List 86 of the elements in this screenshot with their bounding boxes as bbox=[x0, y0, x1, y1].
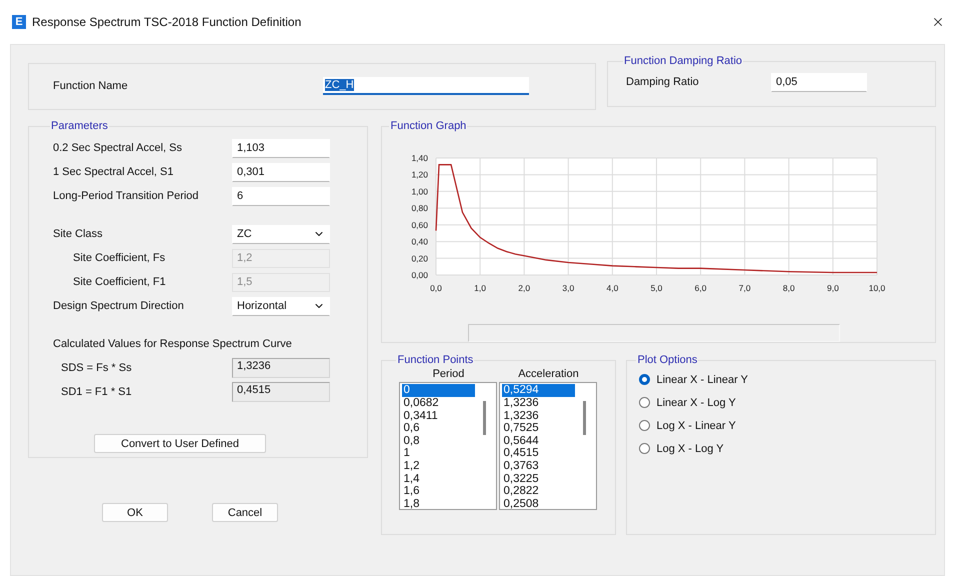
window-title: Response Spectrum TSC-2018 Function Definition bbox=[32, 14, 302, 29]
radio-label[interactable]: Log X - Linear Y bbox=[656, 420, 736, 432]
app-logo: E bbox=[12, 14, 26, 29]
section-label: Calculated Values for Response Spectrum Curve bbox=[53, 338, 292, 350]
radio-button[interactable] bbox=[639, 420, 650, 432]
scrollbar-thumb[interactable] bbox=[583, 401, 586, 436]
x-tick-label: 8,0 bbox=[783, 283, 796, 294]
list-item[interactable]: 0,7525 bbox=[502, 422, 576, 435]
list-item[interactable]: 1,3236 bbox=[502, 410, 576, 422]
list-box[interactable]: 0 0,0682 0,3411 0,6 0,8 1 1,2 1,4 1,6 1,8 bbox=[399, 382, 498, 510]
x-tick-label: 1,0 bbox=[474, 283, 486, 294]
input-field[interactable]: 0,301 bbox=[232, 162, 330, 182]
input-field: 1,5 bbox=[232, 272, 330, 292]
y-tick-label: 1,40 bbox=[412, 153, 428, 164]
dialog-button[interactable]: OK bbox=[102, 503, 168, 522]
list-item[interactable]: 0,2508 bbox=[502, 498, 576, 510]
list-item[interactable]: 0 bbox=[402, 384, 476, 398]
field-label: Site Coefficient, F1 bbox=[72, 276, 167, 288]
list-item[interactable]: 1,4 bbox=[402, 472, 476, 486]
field-label: Function Name bbox=[53, 80, 129, 92]
list-item[interactable]: 0,3763 bbox=[502, 460, 576, 473]
list-item[interactable]: 0,5644 bbox=[502, 434, 576, 448]
field-label: Damping Ratio bbox=[626, 76, 700, 88]
y-tick-label: 0,00 bbox=[412, 270, 428, 280]
list-item[interactable]: 1,8 bbox=[402, 498, 476, 510]
group-title: Plot Options bbox=[636, 354, 698, 366]
field-label: 0.2 Sec Spectral Accel, Ss bbox=[53, 142, 184, 154]
input-field[interactable]: ZC_H bbox=[323, 77, 529, 96]
field-label: SDS = Fs * Ss bbox=[60, 362, 133, 374]
list-item[interactable]: 0,0682 bbox=[402, 397, 476, 410]
field-label: 1 Sec Spectral Accel, S1 bbox=[53, 166, 174, 178]
group-title: Parameters bbox=[50, 120, 109, 132]
x-tick-label: 9,0 bbox=[827, 283, 840, 294]
list-item[interactable]: 0,3411 bbox=[402, 410, 476, 422]
value-field: 0,4515 bbox=[232, 382, 330, 402]
convert-button[interactable]: Convert to User Defined bbox=[94, 434, 266, 454]
list-item[interactable]: 0,3225 bbox=[502, 472, 576, 486]
field-label: Site Class bbox=[53, 228, 104, 240]
input-field[interactable]: 1,103 bbox=[232, 138, 330, 158]
radio-button[interactable] bbox=[639, 443, 650, 454]
list-item[interactable]: 1,6 bbox=[402, 485, 476, 498]
list-item[interactable]: 0,5294 bbox=[502, 384, 576, 398]
field-label: Site Coefficient, Fs bbox=[72, 252, 166, 264]
x-tick-label: 0,0 bbox=[430, 283, 442, 294]
y-tick-label: 1,20 bbox=[412, 170, 428, 180]
x-tick-label: 7,0 bbox=[739, 283, 752, 294]
x-tick-label: 10,0 bbox=[869, 283, 886, 294]
group-title: Function Graph bbox=[389, 120, 468, 132]
input-field[interactable]: 6 bbox=[232, 186, 330, 206]
y-tick-label: 1,00 bbox=[412, 186, 428, 197]
field-label: SD1 = F1 * S1 bbox=[60, 386, 133, 398]
dropdown[interactable]: Horizontal bbox=[232, 296, 330, 316]
list-item[interactable]: 0,2822 bbox=[502, 485, 576, 498]
field-label: Design Spectrum Direction bbox=[53, 300, 185, 312]
field-label: Long-Period Transition Period bbox=[53, 190, 200, 202]
column-header: Period bbox=[432, 368, 464, 380]
dialog-button[interactable]: Cancel bbox=[212, 503, 278, 522]
x-tick-label: 2,0 bbox=[518, 283, 531, 294]
radio-label[interactable]: Linear X - Log Y bbox=[656, 396, 736, 409]
list-item[interactable]: 1,2 bbox=[402, 460, 476, 473]
radio-label[interactable]: Log X - Log Y bbox=[656, 442, 724, 455]
scrollbar-thumb[interactable] bbox=[483, 401, 486, 436]
list-item[interactable]: 0,6 bbox=[402, 422, 476, 435]
radio-button[interactable] bbox=[639, 374, 650, 386]
x-tick-label: 3,0 bbox=[562, 283, 575, 294]
list-item[interactable]: 1 bbox=[402, 447, 476, 460]
radio-button[interactable] bbox=[639, 397, 650, 408]
list-item[interactable]: 1,3236 bbox=[502, 397, 576, 410]
list-box[interactable]: 0,5294 1,3236 1,3236 0,7525 0,5644 0,4515 0,3763 0,3225 0,2822 0,2508 bbox=[499, 382, 598, 510]
radio-label[interactable]: Linear X - Linear Y bbox=[656, 374, 748, 386]
input-field: 1,2 bbox=[232, 248, 330, 268]
group-title: Function Damping Ratio bbox=[623, 55, 744, 68]
y-tick-label: 0,80 bbox=[412, 204, 428, 214]
y-tick-label: 0,20 bbox=[412, 254, 428, 264]
input-field[interactable]: 0,05 bbox=[771, 72, 867, 92]
x-tick-label: 4,0 bbox=[606, 283, 619, 294]
value-field: 1,3236 bbox=[232, 358, 330, 378]
y-tick-label: 0,40 bbox=[412, 237, 428, 248]
list-item[interactable]: 0,8 bbox=[402, 434, 476, 448]
dropdown[interactable]: ZC bbox=[232, 224, 330, 244]
list-item[interactable]: 0,4515 bbox=[502, 447, 576, 460]
group-title: Function Points bbox=[396, 354, 474, 366]
y-tick-label: 0,60 bbox=[412, 220, 428, 230]
x-tick-label: 6,0 bbox=[695, 283, 707, 294]
x-tick-label: 5,0 bbox=[651, 283, 663, 294]
column-header: Acceleration bbox=[518, 368, 579, 380]
